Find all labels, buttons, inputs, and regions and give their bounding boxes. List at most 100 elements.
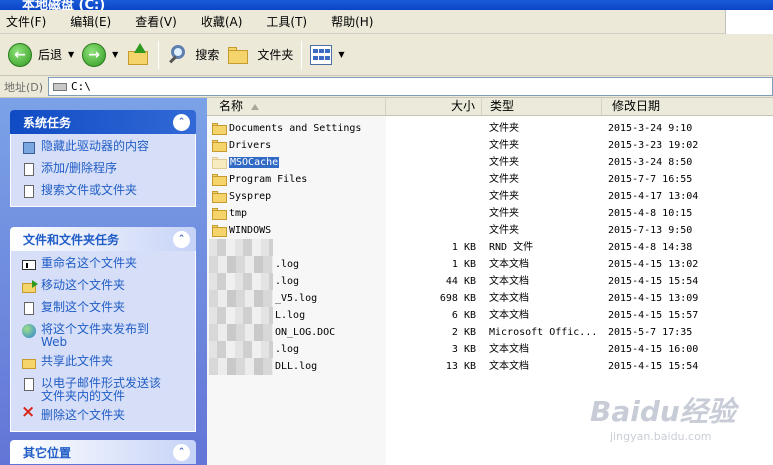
file-date: 2015-7-13 9:50: [608, 225, 693, 236]
window-title: 本地磁盘 (C:): [22, 0, 106, 10]
file-name: Documents and Settings: [229, 123, 362, 134]
address-value: C:\: [71, 80, 91, 93]
file-row[interactable]: Drivers 文件夹 2015-3-23 19:02: [207, 137, 773, 154]
file-type: 文本文档: [489, 276, 529, 287]
folder-icon: [212, 156, 228, 169]
task-move-folder[interactable]: 移动这个文件夹: [21, 279, 189, 295]
task-add-remove-programs[interactable]: 添加/删除程序: [21, 162, 189, 178]
drive-icon: [53, 82, 67, 91]
redacted-filename-blur: [209, 239, 273, 256]
toolbar: ← 后退 ▼ → ▼ 搜索 文件夹 ▼: [0, 34, 773, 76]
search-label: 搜索: [195, 48, 220, 62]
back-button[interactable]: ← 后退 ▼: [4, 38, 78, 72]
task-share-folder[interactable]: 共享此文件夹: [21, 355, 189, 371]
file-type: 文件夹: [489, 208, 519, 219]
menu-tools[interactable]: 工具(T): [266, 13, 307, 30]
forward-button[interactable]: → ▼: [78, 38, 122, 72]
task-rename-folder[interactable]: 重命名这个文件夹: [21, 257, 189, 273]
column-header-date[interactable]: 修改日期: [602, 98, 773, 115]
drive-hide-icon: [21, 140, 37, 156]
file-type: 文件夹: [489, 157, 519, 168]
other-places-header[interactable]: 其它位置 ⌃: [10, 440, 196, 464]
file-date: 2015-7-7 16:55: [608, 174, 693, 185]
file-type: 文件夹: [489, 191, 519, 202]
file-row[interactable]: .log 1 KB 文本文档 2015-4-15 13:02: [207, 256, 773, 273]
watermark-brand: Baidu经验: [590, 395, 736, 428]
file-date: 2015-5-7 17:35: [608, 327, 693, 338]
column-header-type[interactable]: 类型: [482, 98, 602, 115]
file-row[interactable]: .log 3 KB 文本文档 2015-4-15 16:00: [207, 341, 773, 358]
file-name: WINDOWS: [229, 225, 272, 236]
file-row[interactable]: DLL.log 13 KB 文本文档 2015-4-15 15:54: [207, 358, 773, 375]
menu-favorites[interactable]: 收藏(A): [201, 13, 243, 30]
menu-file[interactable]: 文件(F): [6, 13, 46, 30]
up-button[interactable]: [122, 38, 154, 72]
redacted-filename-blur: [209, 341, 273, 358]
file-size: [386, 171, 478, 188]
file-size: 2 KB: [451, 327, 476, 338]
move-folder-icon: [21, 279, 38, 295]
file-row[interactable]: 1 KB RND 文件 2015-4-8 14:38: [207, 239, 773, 256]
menu-view[interactable]: 查看(V): [135, 13, 177, 30]
file-folder-tasks-header[interactable]: 文件和文件夹任务 ⌃: [10, 227, 196, 251]
toolbar-separator: [158, 40, 160, 69]
collapse-chevron-icon[interactable]: ⌃: [173, 443, 190, 461]
file-size: 3 KB: [451, 344, 476, 355]
views-dropdown-icon[interactable]: ▼: [338, 50, 344, 59]
back-dropdown-icon[interactable]: ▼: [68, 50, 74, 59]
task-email-files[interactable]: 以电子邮件形式发送该 文件夹内的文件: [21, 377, 189, 403]
file-date: 2015-3-23 19:02: [608, 140, 699, 151]
file-row[interactable]: MSOCache 文件夹 2015-3-24 8:50: [207, 154, 773, 171]
folders-button[interactable]: 文件夹: [223, 38, 297, 72]
menu-edit[interactable]: 编辑(E): [70, 13, 111, 30]
task-delete-folder[interactable]: × 删除这个文件夹: [21, 404, 189, 425]
task-search-files[interactable]: 搜索文件或文件夹: [21, 184, 189, 200]
collapse-chevron-icon[interactable]: ⌃: [173, 230, 190, 248]
file-row[interactable]: L.log 6 KB 文本文档 2015-4-15 15:57: [207, 307, 773, 324]
task-copy-folder[interactable]: 复制这个文件夹: [21, 301, 189, 317]
folder-icon: [212, 190, 228, 203]
publish-web-icon: [21, 323, 37, 339]
file-size: [386, 154, 478, 171]
forward-dropdown-icon[interactable]: ▼: [112, 50, 118, 59]
search-button[interactable]: 搜索: [163, 38, 223, 72]
collapse-chevron-icon[interactable]: ⌃: [173, 113, 190, 131]
column-header-name[interactable]: 名称: [207, 98, 386, 115]
search-files-icon: [21, 184, 37, 200]
file-date: 2015-4-8 14:38: [608, 242, 693, 253]
file-row[interactable]: _V5.log 698 KB 文本文档 2015-4-15 13:09: [207, 290, 773, 307]
task-publish-web[interactable]: 将这个文件夹发布到 Web: [21, 323, 189, 349]
file-row[interactable]: tmp 文件夹 2015-4-8 10:15: [207, 205, 773, 222]
file-row[interactable]: .log 44 KB 文本文档 2015-4-15 15:54: [207, 273, 773, 290]
file-row[interactable]: ON_LOG.DOC 2 KB Microsoft Offic... 2015-5-7…: [207, 324, 773, 341]
file-size: [386, 188, 478, 205]
file-row[interactable]: Program Files 文件夹 2015-7-7 16:55: [207, 171, 773, 188]
task-hide-drive-contents[interactable]: 隐藏此驱动器的内容: [21, 140, 189, 156]
file-size: [386, 120, 478, 137]
file-row[interactable]: WINDOWS 文件夹 2015-7-13 9:50: [207, 222, 773, 239]
column-header-size[interactable]: 大小: [386, 98, 482, 115]
file-size: 13 KB: [445, 361, 476, 372]
file-row[interactable]: Documents and Settings 文件夹 2015-3-24 9:10: [207, 120, 773, 137]
file-date: 2015-4-15 13:09: [608, 293, 699, 304]
system-tasks-header[interactable]: 系统任务 ⌃: [10, 110, 196, 134]
file-type: 文本文档: [489, 344, 529, 355]
folder-icon: [212, 224, 228, 237]
file-size: 698 KB: [439, 293, 476, 304]
redacted-filename-blur: [209, 324, 273, 341]
file-size: [386, 222, 478, 239]
add-remove-programs-icon: [21, 162, 37, 178]
redacted-filename-blur: [209, 358, 273, 375]
back-label: 后退: [38, 48, 63, 62]
file-row[interactable]: Sysprep 文件夹 2015-4-17 13:04: [207, 188, 773, 205]
address-input[interactable]: C:\: [48, 77, 773, 96]
menu-help[interactable]: 帮助(H): [331, 13, 373, 30]
views-button[interactable]: ▼: [306, 38, 348, 72]
file-type: Microsoft Offic...: [489, 327, 598, 338]
folders-label: 文件夹: [257, 48, 294, 62]
email-icon: [21, 377, 37, 393]
address-label: 地址(D): [4, 80, 44, 94]
folder-icon: [212, 122, 228, 135]
file-date: 2015-3-24 9:10: [608, 123, 693, 134]
title-bar: 本地磁盘 (C:): [0, 0, 773, 10]
